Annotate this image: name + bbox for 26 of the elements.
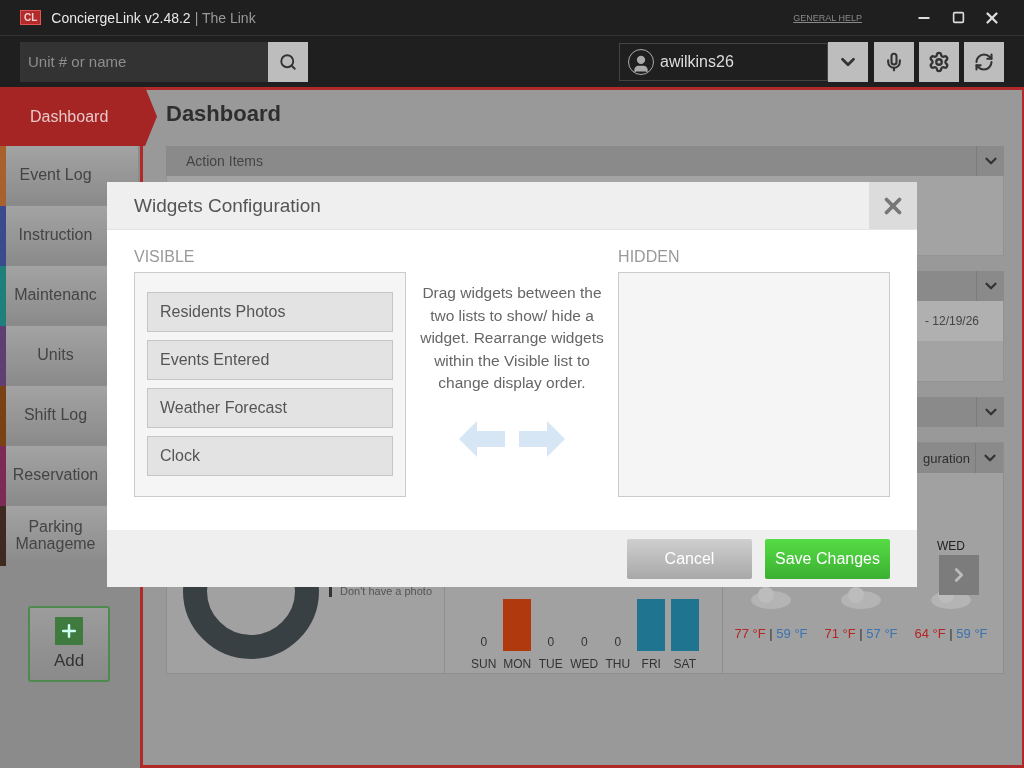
panel-title: Action Items [185,153,265,169]
day-label: TUE [538,657,563,671]
temperature-text: 71 °F | 57 °F [824,626,898,641]
count-label: 0 [614,635,622,649]
app-subtitle: | The Link [194,9,256,26]
app-logo: CL [20,10,42,25]
day-label: SAT [673,657,696,671]
app-name: ConciergeLink v2.48.2 [51,9,191,26]
chart-legend: Don't have a photo [329,585,432,597]
day-label: FRI [641,657,661,671]
day-label: WED [937,540,965,552]
count-label: 0 [480,635,488,649]
day-label: WED [570,657,599,671]
temperature-text: 64 °F | 59 °F [914,626,988,641]
count-label: 0 [580,635,588,649]
count-label: 0 [547,635,555,649]
temperature-text: 77 °F | 59 °F [734,626,808,641]
day-label: THU [605,657,631,671]
instruction-text: Drag widgets between the two lists to show/ hide a widget. Rearrange widgets within the Visible list to change display order. [419,283,605,394]
page-title: Dashboard [166,100,282,128]
date-text: - 12/19/26 [924,314,979,328]
user-name: awilkins26 [660,52,734,71]
list-label: HIDDEN [618,248,681,266]
day-label: MON [503,657,532,671]
day-label: SUN [471,657,497,671]
widget-title: guration [923,450,970,466]
